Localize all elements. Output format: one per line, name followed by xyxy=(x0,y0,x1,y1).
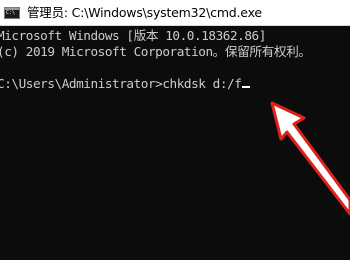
red-arrow-icon xyxy=(270,101,350,216)
